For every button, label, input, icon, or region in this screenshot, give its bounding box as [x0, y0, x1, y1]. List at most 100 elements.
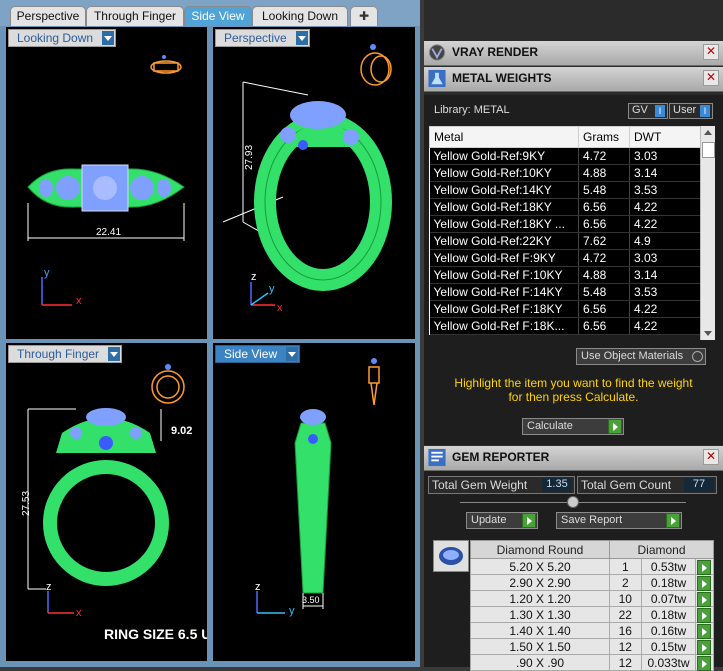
metal-table-scrollbar[interactable] — [700, 126, 715, 340]
metal-name-cell: Yellow Gold-Ref:18KY ... — [429, 215, 579, 233]
table-row[interactable]: 1.30 X 1.30 22 0.18tw — [469, 606, 714, 623]
table-row[interactable]: 2.90 X 2.90 2 0.18tw — [469, 574, 714, 591]
button-label: Calculate — [527, 420, 573, 432]
play-icon[interactable] — [666, 513, 680, 528]
play-icon[interactable] — [697, 624, 712, 639]
metal-name-cell: Yellow Gold-Ref:10KY — [429, 164, 579, 182]
gem-reporter-header[interactable]: GEM REPORTER ✕ — [424, 446, 723, 471]
table-row[interactable]: 1.20 X 1.20 10 0.07tw — [469, 590, 714, 607]
metal-name-cell: Yellow Gold-Ref F:14KY — [429, 283, 579, 301]
metal-weights-table[interactable]: Metal Grams DWT Yellow Gold-Ref:9KY 4.72 3… — [429, 126, 713, 335]
metal-name-cell: Yellow Gold-Ref:22KY — [429, 232, 579, 250]
metal-name-cell: Yellow Gold-Ref F:10KY — [429, 266, 579, 284]
table-row[interactable]: Yellow Gold-Ref F:10KY 4.88 3.14 — [429, 266, 713, 284]
cad-workspace: Perspective Through Finger Side View Loo… — [0, 0, 420, 667]
row-go-button[interactable] — [695, 558, 714, 575]
gem-slider-handle[interactable] — [567, 496, 579, 508]
size-cell: 1.40 X 1.40 — [469, 622, 611, 639]
count-cell: 12 — [609, 638, 642, 655]
scrollbar-thumb[interactable] — [702, 142, 715, 158]
table-row[interactable]: 1.50 X 1.50 12 0.15tw — [469, 638, 714, 655]
plus-icon[interactable]: ✚ — [350, 6, 378, 26]
gem-report-table[interactable]: Diamond Round Diamond 5.20 X 5.20 1 0.53tw… — [469, 540, 714, 671]
axis-label: z — [251, 271, 257, 283]
weight-cell: 0.07tw — [640, 590, 697, 607]
round-diamond-icon — [439, 547, 463, 565]
table-row[interactable]: Yellow Gold-Ref F:14KY 5.48 3.53 — [429, 283, 713, 301]
table-row[interactable]: 5.20 X 5.20 1 0.53tw — [469, 558, 714, 575]
diamond-round-thumbnail[interactable] — [433, 540, 469, 572]
table-row[interactable]: Yellow Gold-Ref F:18K... 6.56 4.22 — [429, 317, 713, 335]
total-weight-label: Total Gem Weight — [432, 478, 528, 492]
update-button[interactable]: Update — [466, 512, 538, 529]
grams-cell: 5.48 — [578, 283, 630, 301]
close-icon[interactable]: ✕ — [703, 70, 719, 86]
table-row[interactable]: Yellow Gold-Ref:18KY ... 6.56 4.22 — [429, 215, 713, 233]
table-row[interactable]: Yellow Gold-Ref F:18KY 6.56 4.22 — [429, 300, 713, 318]
column-header-shape[interactable]: Diamond Round — [469, 540, 611, 559]
viewport-side-view[interactable]: Side View 3.50 z y — [213, 343, 415, 661]
table-row[interactable]: Yellow Gold-Ref:18KY 6.56 4.22 — [429, 198, 713, 216]
tab-looking-down[interactable]: Looking Down — [252, 6, 348, 26]
table-row[interactable]: Yellow Gold-Ref:9KY 4.72 3.03 — [429, 147, 713, 165]
count-cell: 1 — [609, 558, 642, 575]
play-icon[interactable] — [697, 656, 712, 671]
play-icon[interactable] — [697, 592, 712, 607]
table-row[interactable]: Yellow Gold-Ref:10KY 4.88 3.14 — [429, 164, 713, 182]
dimension-width: 22.41 — [96, 227, 122, 238]
row-go-button[interactable] — [695, 654, 714, 671]
tab-perspective[interactable]: Perspective — [10, 6, 86, 26]
play-icon[interactable] — [697, 640, 712, 655]
ring-size-label: RING SIZE 6.5 US — [104, 626, 207, 642]
close-icon[interactable]: ✕ — [703, 449, 719, 465]
user-toggle[interactable]: User I — [669, 103, 713, 119]
view-tab-bar: Perspective Through Finger Side View Loo… — [0, 0, 420, 26]
table-row[interactable]: .90 X .90 12 0.033tw — [469, 654, 714, 671]
row-go-button[interactable] — [695, 638, 714, 655]
tab-through-finger[interactable]: Through Finger — [86, 6, 184, 26]
table-row[interactable]: Yellow Gold-Ref F:9KY 4.72 3.03 — [429, 249, 713, 267]
play-icon[interactable] — [697, 560, 712, 575]
total-gem-count: Total Gem Count 77 — [577, 476, 717, 494]
grams-cell: 6.56 — [578, 300, 630, 318]
table-row[interactable]: Yellow Gold-Ref:14KY 5.48 3.53 — [429, 181, 713, 199]
play-icon[interactable] — [697, 576, 712, 591]
grams-cell: 7.62 — [578, 232, 630, 250]
metal-name-cell: Yellow Gold-Ref F:18K... — [429, 317, 579, 335]
scroll-up-icon[interactable] — [704, 130, 712, 135]
checkbox-icon[interactable] — [692, 351, 703, 362]
gv-toggle[interactable]: GV I — [628, 103, 668, 119]
weight-cell: 0.18tw — [640, 574, 697, 591]
row-go-button[interactable] — [695, 590, 714, 607]
column-header-metal[interactable]: Metal — [429, 126, 579, 148]
dimension-height: 27.53 — [21, 490, 33, 517]
viewport-perspective[interactable]: Perspective 27.93 z x y — [213, 27, 415, 339]
grams-cell: 6.56 — [578, 198, 630, 216]
calculate-button[interactable]: Calculate — [522, 418, 624, 435]
panel-title: VRAY RENDER — [452, 45, 539, 59]
table-row[interactable]: 1.40 X 1.40 16 0.16tw — [469, 622, 714, 639]
play-icon[interactable] — [522, 513, 536, 528]
grams-cell: 5.48 — [578, 181, 630, 199]
row-go-button[interactable] — [695, 574, 714, 591]
vray-render-header[interactable]: VRAY RENDER ✕ — [424, 41, 723, 66]
viewport-looking-down[interactable]: Looking Down 22.41 y x — [6, 27, 207, 339]
tab-side-view[interactable]: Side View — [184, 6, 252, 26]
viewport-through-finger[interactable]: Through Finger 27.53 9.02 z x RING SIZE … — [6, 343, 207, 661]
column-header-stone[interactable]: Diamond — [609, 540, 714, 559]
close-icon[interactable]: ✕ — [703, 44, 719, 60]
grams-cell: 4.72 — [578, 249, 630, 267]
play-icon[interactable] — [697, 608, 712, 623]
play-icon[interactable] — [608, 419, 622, 434]
panel-title: METAL WEIGHTS — [452, 71, 552, 85]
column-header-grams[interactable]: Grams — [578, 126, 630, 148]
save-report-button[interactable]: Save Report — [556, 512, 682, 529]
use-object-materials-checkbox[interactable]: Use Object Materials — [576, 348, 706, 365]
size-cell: .90 X .90 — [469, 654, 611, 671]
metal-name-cell: Yellow Gold-Ref F:9KY — [429, 249, 579, 267]
scroll-down-icon[interactable] — [704, 331, 712, 336]
table-row[interactable]: Yellow Gold-Ref:22KY 7.62 4.9 — [429, 232, 713, 250]
metal-weights-header[interactable]: METAL WEIGHTS ✕ — [424, 67, 723, 92]
row-go-button[interactable] — [695, 622, 714, 639]
row-go-button[interactable] — [695, 606, 714, 623]
